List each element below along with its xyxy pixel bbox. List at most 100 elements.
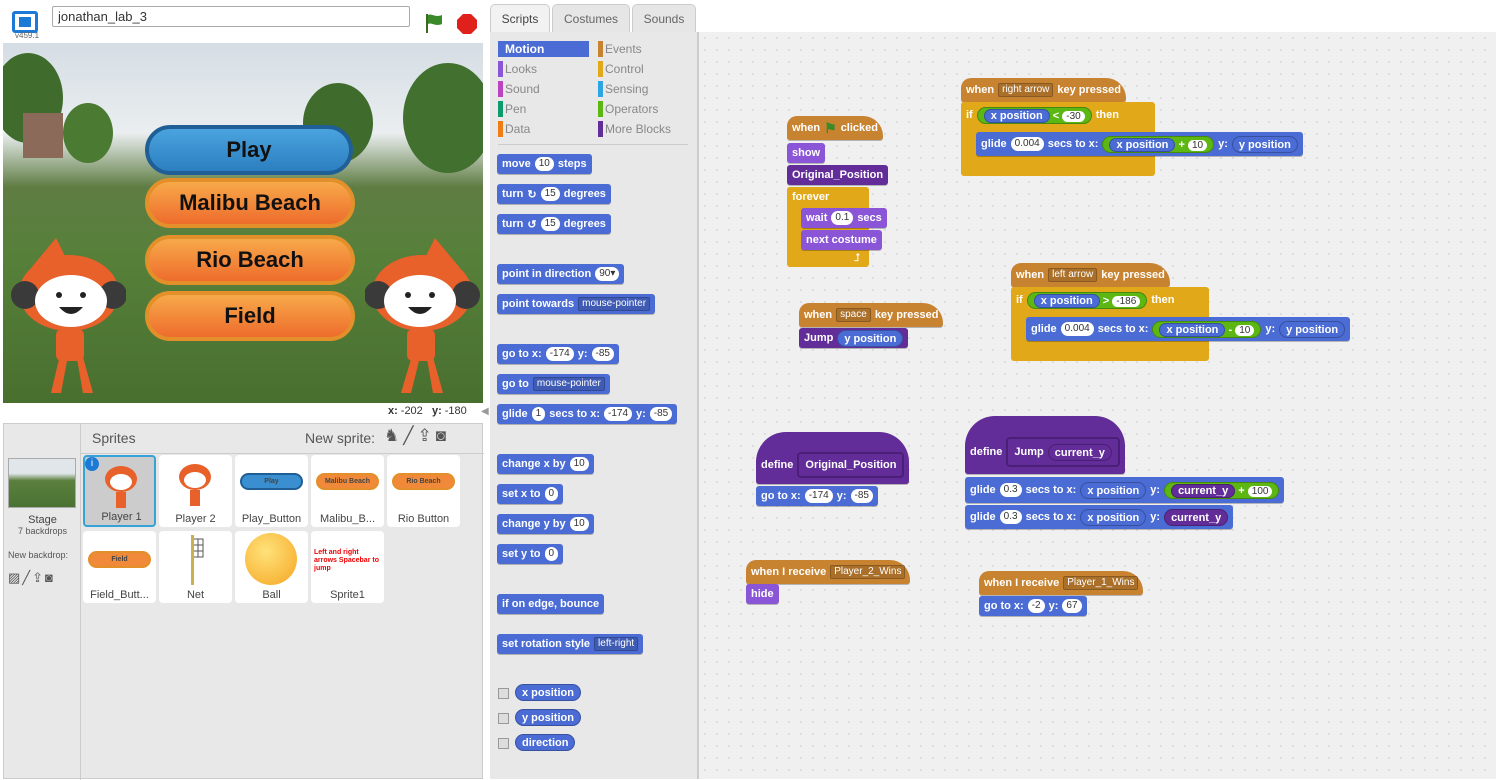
number-input[interactable]: 0	[544, 547, 559, 561]
number-input[interactable]: 0.1	[831, 211, 854, 225]
glide-block[interactable]: glide 1 secs to x: -174 y: -85	[497, 404, 678, 424]
glide-left-block[interactable]: glide 0.004 secs to x: x position - 10 y: y…	[1026, 317, 1351, 341]
key-dropdown[interactable]: space	[836, 308, 871, 322]
paint-backdrop-icon[interactable]: ▨	[8, 570, 22, 585]
add-operator[interactable]: x position + 10	[1102, 135, 1215, 153]
y-position-reporter[interactable]: y position	[837, 329, 904, 347]
number-input[interactable]: -2	[1027, 599, 1045, 613]
dropdown[interactable]: left-right	[594, 637, 639, 651]
scripts-area[interactable]: when ⚑ clicked show Original_Position fore…	[698, 32, 1496, 779]
number-input[interactable]: 15	[540, 187, 560, 201]
play-button[interactable]: Play	[145, 125, 353, 175]
change-y-block[interactable]: change y by 10	[497, 514, 594, 534]
number-input[interactable]: -174	[804, 489, 833, 503]
goto-xy-block[interactable]: go to x: -174 y: -85	[497, 344, 619, 364]
direction-reporter[interactable]: direction	[515, 734, 576, 751]
jump-call-block[interactable]: Jump y position	[799, 328, 909, 348]
define-original-position-hat[interactable]: define Original_Position	[756, 432, 910, 484]
show-block[interactable]: show	[787, 143, 826, 163]
category-operators[interactable]: Operators	[598, 101, 658, 117]
camera-icon[interactable]: ◙	[436, 426, 450, 445]
stop-sign-icon[interactable]	[456, 13, 478, 35]
message-dropdown[interactable]: Player_2_Wins	[830, 565, 906, 579]
point-towards-block[interactable]: point towards mouse-pointer	[497, 294, 656, 314]
x-position-reporter[interactable]: x position	[515, 684, 581, 701]
next-costume-block[interactable]: next costume	[801, 230, 882, 250]
number-input[interactable]: 0.3	[999, 510, 1022, 524]
camera-icon[interactable]: ◙	[45, 570, 55, 585]
when-receive-p2-hat[interactable]: when I receive Player_2_Wins	[746, 560, 911, 584]
when-flag-clicked-hat[interactable]: when ⚑ clicked	[787, 116, 883, 140]
sprite-tile-player1[interactable]: i Player 1	[83, 455, 156, 527]
when-receive-p1-hat[interactable]: when I receive Player_1_Wins	[979, 571, 1144, 595]
number-input[interactable]: 0.3	[999, 483, 1022, 497]
hide-block[interactable]: hide	[746, 584, 779, 604]
sprite-tile-player2[interactable]: Player 2	[159, 455, 232, 527]
number-input[interactable]: 0.004	[1060, 322, 1094, 336]
rotation-style-block[interactable]: set rotation style left-right	[497, 634, 644, 654]
original-position-call[interactable]: Original_Position	[787, 165, 889, 185]
checkbox[interactable]	[498, 738, 509, 749]
number-input[interactable]: -85	[649, 407, 673, 421]
procedure-signature[interactable]: Jump current_y	[1006, 437, 1120, 467]
y-position-reporter[interactable]: y position	[1231, 135, 1298, 153]
less-than-operator[interactable]: x position < -30	[976, 106, 1092, 124]
number-input[interactable]: -30	[1062, 110, 1085, 122]
player2-sprite[interactable]	[365, 233, 480, 403]
sprite-tile-ball[interactable]: Ball	[235, 531, 308, 603]
info-icon[interactable]: i	[85, 457, 99, 471]
project-title-input[interactable]	[52, 6, 410, 27]
number-input[interactable]: -186	[1112, 295, 1141, 307]
number-input[interactable]: 10	[1235, 324, 1255, 336]
x-position-reporter[interactable]: x position	[1033, 293, 1100, 308]
wait-block[interactable]: wait 0.1 secs	[801, 208, 887, 228]
tab-scripts[interactable]: Scripts	[490, 4, 550, 32]
change-x-block[interactable]: change x by 10	[497, 454, 594, 474]
number-input[interactable]: 0	[544, 487, 559, 501]
malibu-beach-button[interactable]: Malibu Beach	[145, 178, 355, 228]
turn-ccw-block[interactable]: turn ↺ 15 degrees	[497, 214, 611, 234]
sprite-tile-malibu[interactable]: Malibu Beach Malibu_B...	[311, 455, 384, 527]
collapse-stage-icon[interactable]: ◀	[481, 406, 489, 418]
upload-icon[interactable]: ⇪	[32, 570, 45, 585]
category-sensing[interactable]: Sensing	[598, 81, 648, 97]
turn-cw-block[interactable]: turn ↻ 15 degrees	[497, 184, 611, 204]
number-input[interactable]: 10	[534, 157, 554, 171]
upload-sprite-icon[interactable]: ⇪	[418, 426, 436, 445]
point-direction-block[interactable]: point in direction 90▾	[497, 264, 625, 284]
stage-thumbnail[interactable]	[8, 458, 76, 508]
x-position-reporter[interactable]: x position	[1080, 508, 1147, 526]
brush-icon[interactable]: ╱	[22, 570, 32, 585]
key-dropdown[interactable]: left arrow	[1048, 268, 1098, 282]
tab-sounds[interactable]: Sounds	[632, 4, 696, 32]
glide-down-block[interactable]: glide 0.3 secs to x: x position y: current_y	[965, 505, 1234, 529]
y-position-reporter[interactable]: y position	[1279, 320, 1346, 338]
number-input[interactable]: 1	[531, 407, 546, 421]
set-y-block[interactable]: set y to 0	[497, 544, 564, 564]
param-current-y[interactable]: current_y	[1047, 443, 1112, 461]
sprite-tile-rio[interactable]: Rio Beach Rio Button	[387, 455, 460, 527]
dropdown[interactable]: mouse-pointer	[532, 377, 605, 391]
number-input[interactable]: -174	[545, 347, 574, 361]
green-flag-icon[interactable]	[423, 12, 445, 34]
category-more-blocks[interactable]: More Blocks	[598, 121, 671, 137]
number-input[interactable]: 10	[1187, 139, 1208, 151]
param-current-y[interactable]: current_y	[1164, 508, 1229, 526]
category-control[interactable]: Control	[598, 61, 644, 77]
y-position-reporter[interactable]: y position	[515, 709, 581, 726]
when-left-arrow-hat[interactable]: when left arrow key pressed	[1011, 263, 1170, 287]
dropdown[interactable]: mouse-pointer	[578, 297, 651, 311]
tab-costumes[interactable]: Costumes	[552, 4, 630, 32]
number-input[interactable]: -174	[603, 407, 632, 421]
number-input[interactable]: 15	[540, 217, 560, 231]
move-steps-block[interactable]: move 10 steps	[497, 154, 592, 174]
sprite-library-icon[interactable]: ♞	[384, 426, 403, 445]
category-pen[interactable]: Pen	[498, 101, 526, 117]
glide-up-block[interactable]: glide 0.3 secs to x: x position y: current_y…	[965, 477, 1285, 503]
goto-xy-block[interactable]: go to x: -2 y: 67	[979, 596, 1087, 616]
when-right-arrow-hat[interactable]: when right arrow key pressed	[961, 78, 1126, 102]
bounce-block[interactable]: if on edge, bounce	[497, 594, 605, 614]
greater-than-operator[interactable]: x position > -186	[1026, 291, 1148, 309]
category-sound[interactable]: Sound	[498, 81, 540, 97]
x-position-reporter[interactable]: x position	[983, 108, 1050, 123]
